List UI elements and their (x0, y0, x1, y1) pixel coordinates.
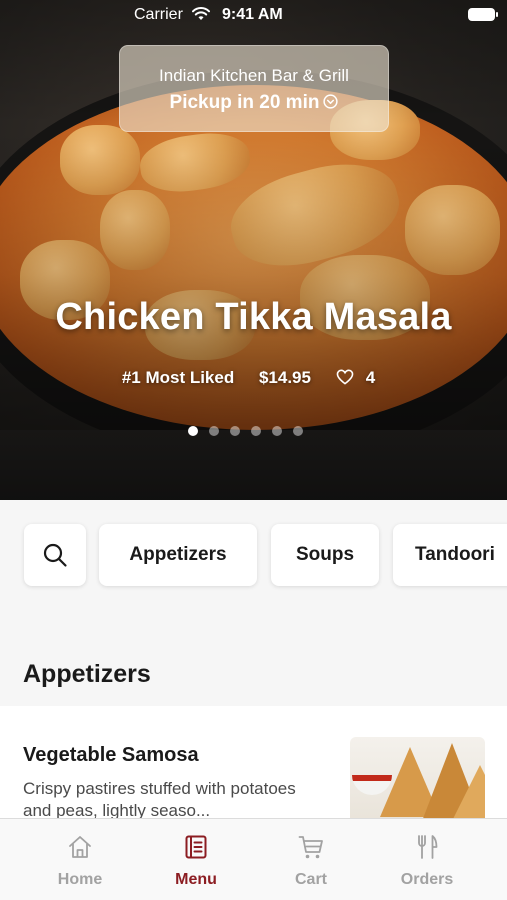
section-title: Appetizers (23, 660, 151, 688)
menu-item-description: Crispy pastires stuffed with potatoes an… (23, 779, 296, 820)
category-chip-appetizers[interactable]: Appetizers (99, 524, 257, 586)
pickup-time-label: Pickup in 20 min (169, 92, 320, 113)
carousel-dot[interactable] (230, 426, 240, 436)
carousel-dot[interactable] (188, 426, 198, 436)
search-button[interactable] (24, 524, 86, 586)
carousel-dot[interactable] (251, 426, 261, 436)
featured-price: $14.95 (258, 368, 311, 387)
tab-orders[interactable]: Orders (364, 819, 490, 900)
menu-item[interactable]: Vegetable Samosa Crispy pastires stuffed… (0, 706, 507, 826)
menu-item-image (350, 737, 485, 826)
cart-icon (298, 836, 323, 859)
clock: 9:41 AM (222, 6, 283, 23)
menu-book-icon (185, 835, 207, 859)
samosa-graphic (450, 765, 485, 825)
carousel-dots[interactable] (188, 423, 314, 436)
carousel-dot[interactable] (272, 426, 282, 436)
featured-badge: #1 Most Liked (121, 368, 235, 387)
battery-icon (468, 8, 498, 21)
like-count[interactable]: 4 (336, 368, 385, 388)
featured-dish-meta: #1 Most Liked $14.95 4 (0, 368, 507, 388)
featured-dish-title: Chicken Tikka Masala (55, 296, 452, 338)
tab-cart[interactable]: Cart (248, 819, 374, 900)
like-count-value: 4 (365, 368, 376, 387)
tab-label: Orders (400, 871, 454, 888)
tab-home[interactable]: Home (17, 819, 143, 900)
heart-icon (336, 369, 354, 385)
search-icon (43, 543, 67, 567)
carousel-dot[interactable] (293, 426, 303, 436)
pickup-time: Pickup in 20 min (120, 92, 388, 114)
restaurant-name: Indian Kitchen Bar & Grill (159, 66, 349, 85)
carousel-dot[interactable] (209, 426, 219, 436)
home-icon (69, 836, 91, 858)
wifi-icon (192, 7, 210, 20)
tab-bar: Home Menu Cart Orders (0, 818, 507, 900)
pickup-selector[interactable]: Indian Kitchen Bar & Grill Pickup in 20 … (119, 45, 389, 132)
tab-label: Menu (175, 871, 217, 888)
tab-label: Home (57, 871, 103, 888)
menu-item-name: Vegetable Samosa (23, 744, 199, 766)
hero-banner[interactable]: Carrier 9:41 AM Indian Kitchen Bar & Gri… (0, 0, 507, 500)
category-chip-tandoori[interactable]: Tandoori (393, 524, 507, 586)
tab-label: Cart (294, 871, 327, 888)
category-bar: Appetizers Soups Tandoori (0, 500, 507, 620)
category-chip-soups[interactable]: Soups (271, 524, 379, 586)
status-bar: Carrier 9:41 AM (0, 0, 507, 32)
chevron-down-circle-icon (323, 94, 339, 109)
tab-menu[interactable]: Menu (133, 819, 259, 900)
carrier-label: Carrier (134, 6, 183, 23)
fork-knife-icon (418, 835, 438, 859)
